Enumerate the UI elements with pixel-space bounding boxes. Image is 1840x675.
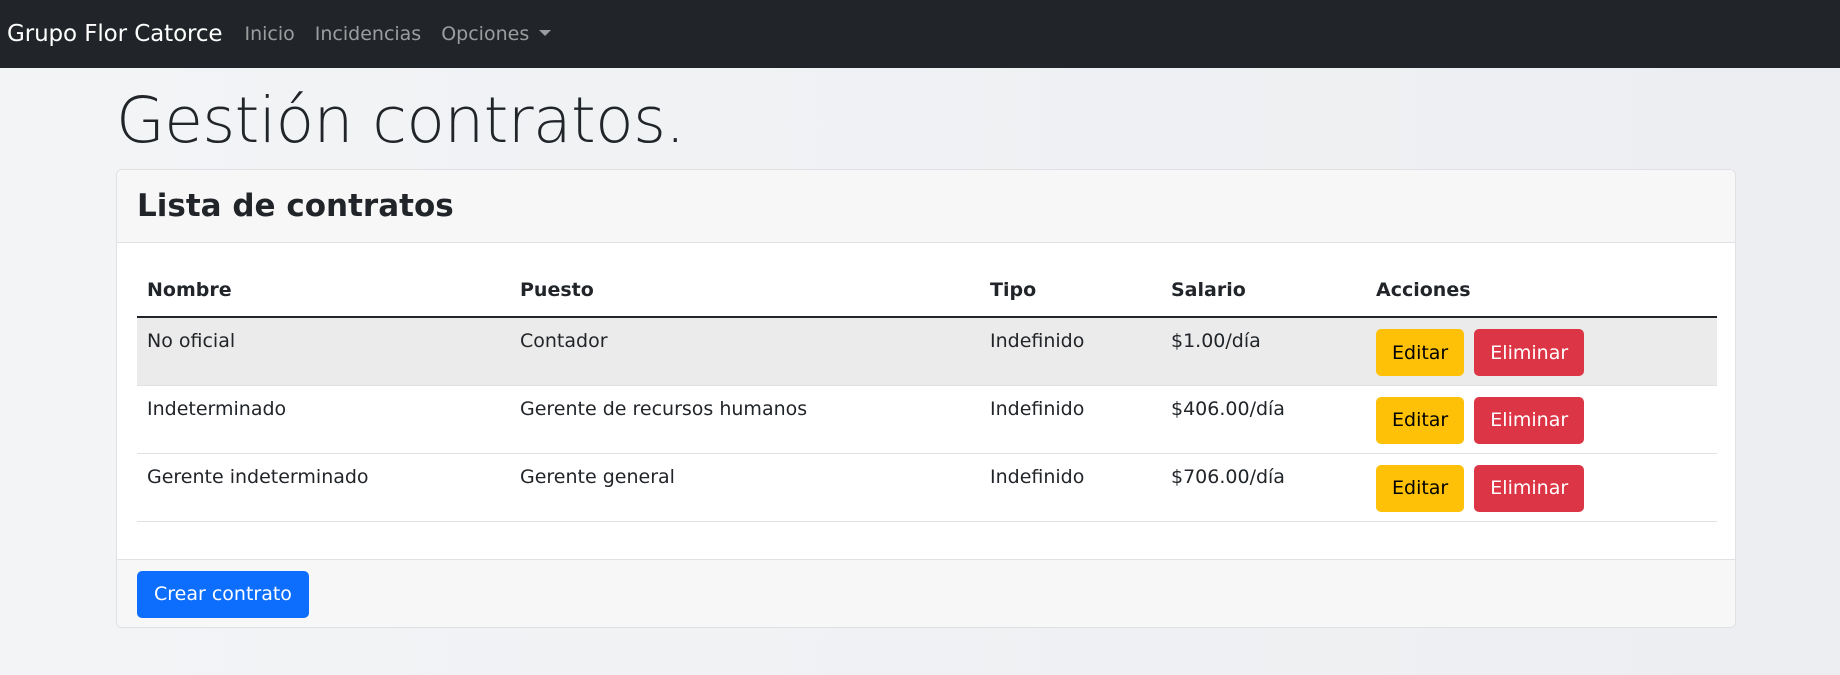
top-navbar: Grupo Flor Catorce Inicio Incidencias Op…	[0, 0, 1840, 68]
edit-button[interactable]: Editar	[1376, 329, 1465, 376]
cell-acciones: Editar Eliminar	[1366, 453, 1717, 522]
card-body: Nombre Puesto Tipo Salario Acciones No o…	[117, 243, 1735, 559]
cell-salario: $706.00/día	[1161, 453, 1366, 522]
cell-puesto: Gerente general	[510, 453, 980, 522]
cell-tipo: Indefinido	[980, 317, 1161, 386]
delete-button[interactable]: Eliminar	[1474, 464, 1585, 512]
edit-button[interactable]: Editar	[1376, 464, 1465, 512]
column-header-salario: Salario	[1161, 263, 1366, 318]
cell-tipo: Indefinido	[980, 453, 1161, 522]
cell-puesto: Contador	[510, 317, 980, 386]
caret-down-icon	[539, 30, 552, 36]
page-title: Gestión contratos.	[116, 84, 685, 157]
card-footer: Crear contrato	[117, 559, 1735, 627]
cell-puesto: Gerente de recursos humanos	[510, 385, 980, 454]
table-row: Gerente indeterminado Gerente general In…	[137, 453, 1717, 522]
cell-nombre: Gerente indeterminado	[137, 453, 510, 522]
card-header: Lista de contratos	[117, 170, 1735, 243]
cell-acciones: Editar Eliminar	[1366, 385, 1717, 454]
cell-nombre: Indeterminado	[137, 385, 510, 454]
table-row: No oficial Contador Indefinido $1.00/día…	[137, 317, 1717, 386]
nav-link-inicio[interactable]: Inicio	[245, 23, 295, 45]
cell-nombre: No oficial	[137, 317, 510, 386]
cell-acciones: Editar Eliminar	[1366, 317, 1717, 386]
edit-button[interactable]: Editar	[1376, 396, 1465, 444]
cell-salario: $1.00/día	[1161, 317, 1366, 386]
delete-button[interactable]: Eliminar	[1474, 396, 1585, 444]
column-header-puesto: Puesto	[510, 263, 980, 318]
nav-dropdown-opciones[interactable]: Opciones	[441, 23, 552, 45]
nav-dropdown-label: Opciones	[441, 23, 530, 45]
create-contract-button[interactable]: Crear contrato	[137, 570, 309, 618]
column-header-tipo: Tipo	[980, 263, 1161, 318]
column-header-acciones: Acciones	[1366, 263, 1717, 318]
table-row: Indeterminado Gerente de recursos humano…	[137, 385, 1717, 454]
navbar-brand[interactable]: Grupo Flor Catorce	[7, 21, 223, 47]
column-header-nombre: Nombre	[137, 263, 510, 318]
nav-link-incidencias[interactable]: Incidencias	[315, 23, 421, 45]
delete-button[interactable]: Eliminar	[1474, 329, 1585, 376]
main-container: Gestión contratos. Lista de contratos No…	[116, 68, 1736, 628]
card-title: Lista de contratos	[137, 188, 454, 224]
table-header-row: Nombre Puesto Tipo Salario Acciones	[137, 263, 1717, 318]
contracts-card: Lista de contratos Nombre Puesto Tipo Sa…	[116, 169, 1736, 628]
cell-salario: $406.00/día	[1161, 385, 1366, 454]
cell-tipo: Indefinido	[980, 385, 1161, 454]
contracts-table: Nombre Puesto Tipo Salario Acciones No o…	[137, 263, 1717, 522]
